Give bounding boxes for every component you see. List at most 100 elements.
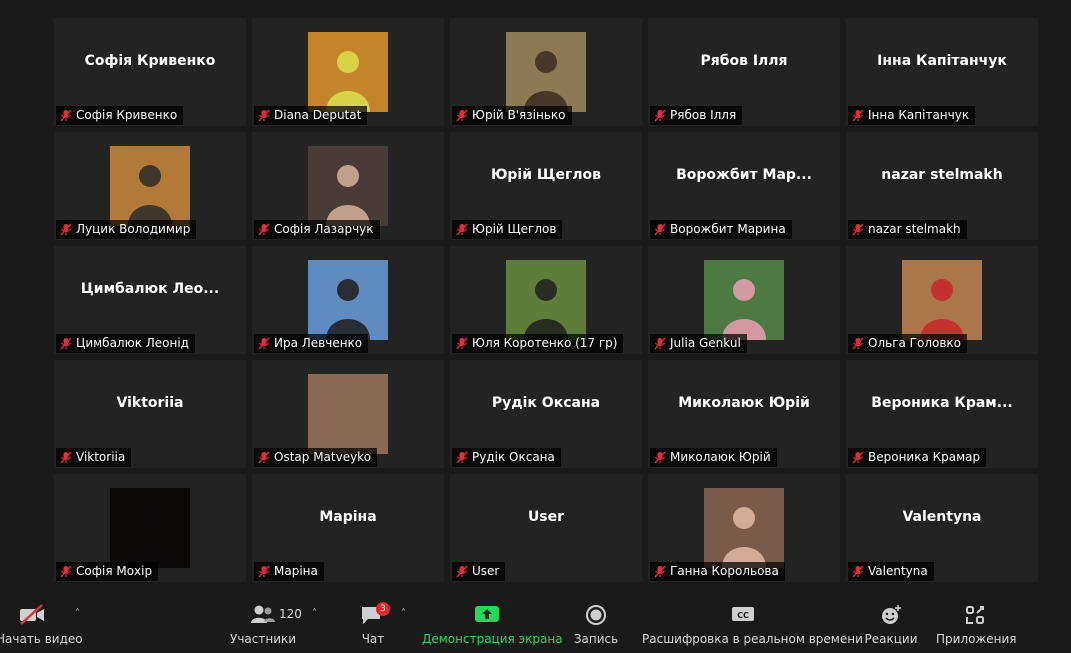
muted-mic-icon	[654, 337, 666, 350]
participant-name-label: nazar stelmakh	[848, 220, 967, 239]
participant-name-text: Viktoriia	[76, 450, 126, 464]
participant-video-thumbnail	[110, 146, 190, 226]
participants-button[interactable]: Участники	[230, 590, 296, 653]
participant-tile[interactable]: Софія Мохір	[54, 474, 246, 582]
participant-name-label: Valentyna	[848, 562, 934, 581]
participants-count: 120	[279, 607, 302, 621]
participant-name-text: Інна Капітанчук	[868, 108, 970, 122]
svg-text:CC: CC	[737, 611, 749, 620]
participant-video-thumbnail	[506, 260, 586, 340]
participant-tile[interactable]: Ира Левченко	[252, 246, 444, 354]
participant-video-thumbnail	[704, 488, 784, 568]
participant-name-label: Вероника Крамар	[848, 448, 987, 467]
participant-tile[interactable]: Юрій Щеглов Юрій Щеглов	[450, 132, 642, 240]
participant-display-name: Софія Кривенко	[84, 53, 216, 69]
participant-tile[interactable]: Ганна Корольова	[648, 474, 840, 582]
participant-name-label: Ира Левченко	[254, 334, 369, 353]
participant-grid: Софія Кривенко Софія Кривенко Diana Deputa…	[0, 0, 1071, 590]
participant-video-thumbnail	[308, 146, 388, 226]
participant-name-label: Миколаюк Юрій	[650, 448, 777, 467]
participant-display-name: Інна Капітанчук	[877, 53, 1007, 69]
participant-tile[interactable]: Софія Лазарчук	[252, 132, 444, 240]
participant-tile[interactable]: Юрій В'язінько	[450, 18, 642, 126]
participant-name-label: User	[452, 562, 506, 581]
apps-icon	[964, 604, 986, 629]
participant-name-label: Diana Deputat	[254, 106, 368, 125]
participant-tile[interactable]: Julia Genkul	[648, 246, 840, 354]
reactions-button[interactable]: Реакции	[864, 590, 918, 653]
live-transcript-button[interactable]: CC Расшифровка в реальном времени	[642, 590, 863, 653]
participant-tile[interactable]: Ольга Головко	[846, 246, 1038, 354]
closed-caption-icon: CC	[730, 604, 756, 627]
participants-options-caret[interactable]: ˄	[312, 608, 317, 619]
share-screen-label: Демонстрация экрана	[422, 632, 563, 646]
participant-name-label: Ольга Головко	[848, 334, 967, 353]
muted-mic-icon	[654, 451, 666, 464]
chat-options-caret[interactable]: ˄	[401, 608, 406, 619]
start-video-button[interactable]: Начать видео	[0, 590, 83, 653]
record-label: Запись	[573, 632, 619, 646]
participant-tile[interactable]: Viktoriia Viktoriia	[54, 360, 246, 468]
reactions-label: Реакции	[864, 632, 918, 646]
participant-name-label: Софія Лазарчук	[254, 220, 380, 239]
participant-display-name: Цимбалюк Лео...	[80, 281, 220, 297]
live-transcript-label: Расшифровка в реальном времени	[642, 632, 863, 646]
share-screen-button[interactable]: Демонстрация экрана	[422, 590, 563, 653]
participant-display-name: User	[527, 509, 565, 525]
participant-name-text: Diana Deputat	[274, 108, 362, 122]
participant-video-thumbnail	[308, 260, 388, 340]
participant-name-label: Інна Капітанчук	[848, 106, 976, 125]
participant-tile[interactable]: Ostap Matveyko	[252, 360, 444, 468]
muted-mic-icon	[852, 223, 864, 236]
participant-tile[interactable]: Софія Кривенко Софія Кривенко	[54, 18, 246, 126]
participant-tile[interactable]: Інна Капітанчук Інна Капітанчук	[846, 18, 1038, 126]
participants-label: Участники	[230, 632, 297, 646]
participant-name-label: Софія Кривенко	[56, 106, 184, 125]
muted-mic-icon	[654, 565, 666, 578]
participant-name-label: Юрій В'язінько	[452, 106, 572, 125]
muted-mic-icon	[60, 565, 72, 578]
muted-mic-icon	[60, 223, 72, 236]
participant-video-thumbnail	[308, 32, 388, 112]
apps-button[interactable]: Приложения	[936, 590, 1017, 653]
video-options-caret[interactable]: ˄	[75, 608, 80, 619]
participant-name-label: Юрій Щеглов	[452, 220, 563, 239]
muted-mic-icon	[852, 109, 864, 122]
record-icon	[584, 604, 608, 629]
participant-tile[interactable]: Diana Deputat	[252, 18, 444, 126]
participant-name-label: Viktoriia	[56, 448, 132, 467]
participant-name-text: Ира Левченко	[274, 336, 363, 350]
participant-tile[interactable]: Миколаюк Юрій Миколаюк Юрій	[648, 360, 840, 468]
participant-tile[interactable]: Цимбалюк Лео... Цимбалюк Леонід	[54, 246, 246, 354]
participant-tile[interactable]: Юля Коротенко (17 гр)	[450, 246, 642, 354]
chat-button[interactable]: 3 Чат	[350, 590, 396, 653]
participant-name-label: Ворожбит Марина	[650, 220, 792, 239]
participant-name-label: Ostap Matveyko	[254, 448, 378, 467]
participant-tile[interactable]: Луцик Володимир	[54, 132, 246, 240]
muted-mic-icon	[258, 223, 270, 236]
muted-mic-icon	[456, 451, 468, 464]
participant-tile[interactable]: Valentyna Valentyna	[846, 474, 1038, 582]
participant-name-text: Ганна Корольова	[670, 564, 779, 578]
chat-unread-badge: 3	[376, 602, 390, 616]
muted-mic-icon	[258, 337, 270, 350]
participant-name-text: Ostap Matveyko	[274, 450, 372, 464]
muted-mic-icon	[258, 565, 270, 578]
participant-tile[interactable]: Маріна Маріна	[252, 474, 444, 582]
participant-name-text: Софія Мохір	[76, 564, 153, 578]
participant-display-name: Рябов Ілля	[700, 53, 788, 69]
participant-name-label: Рябов Ілля	[650, 106, 743, 125]
participant-tile[interactable]: nazar stelmakh nazar stelmakh	[846, 132, 1038, 240]
participant-display-name: Маріна	[319, 509, 377, 525]
participants-icon	[249, 604, 277, 627]
participant-name-text: Ворожбит Марина	[670, 222, 786, 236]
video-off-icon	[18, 604, 46, 629]
record-button[interactable]: Запись	[570, 590, 622, 653]
participant-tile[interactable]: Рябов Ілля Рябов Ілля	[648, 18, 840, 126]
participant-tile[interactable]: Ворожбит Мар... Ворожбит Марина	[648, 132, 840, 240]
muted-mic-icon	[654, 109, 666, 122]
participant-tile[interactable]: Вероника Крам... Вероника Крамар	[846, 360, 1038, 468]
participant-tile[interactable]: Рудік Оксана Рудік Оксана	[450, 360, 642, 468]
participant-tile[interactable]: User User	[450, 474, 642, 582]
participant-name-text: Маріна	[274, 564, 318, 578]
